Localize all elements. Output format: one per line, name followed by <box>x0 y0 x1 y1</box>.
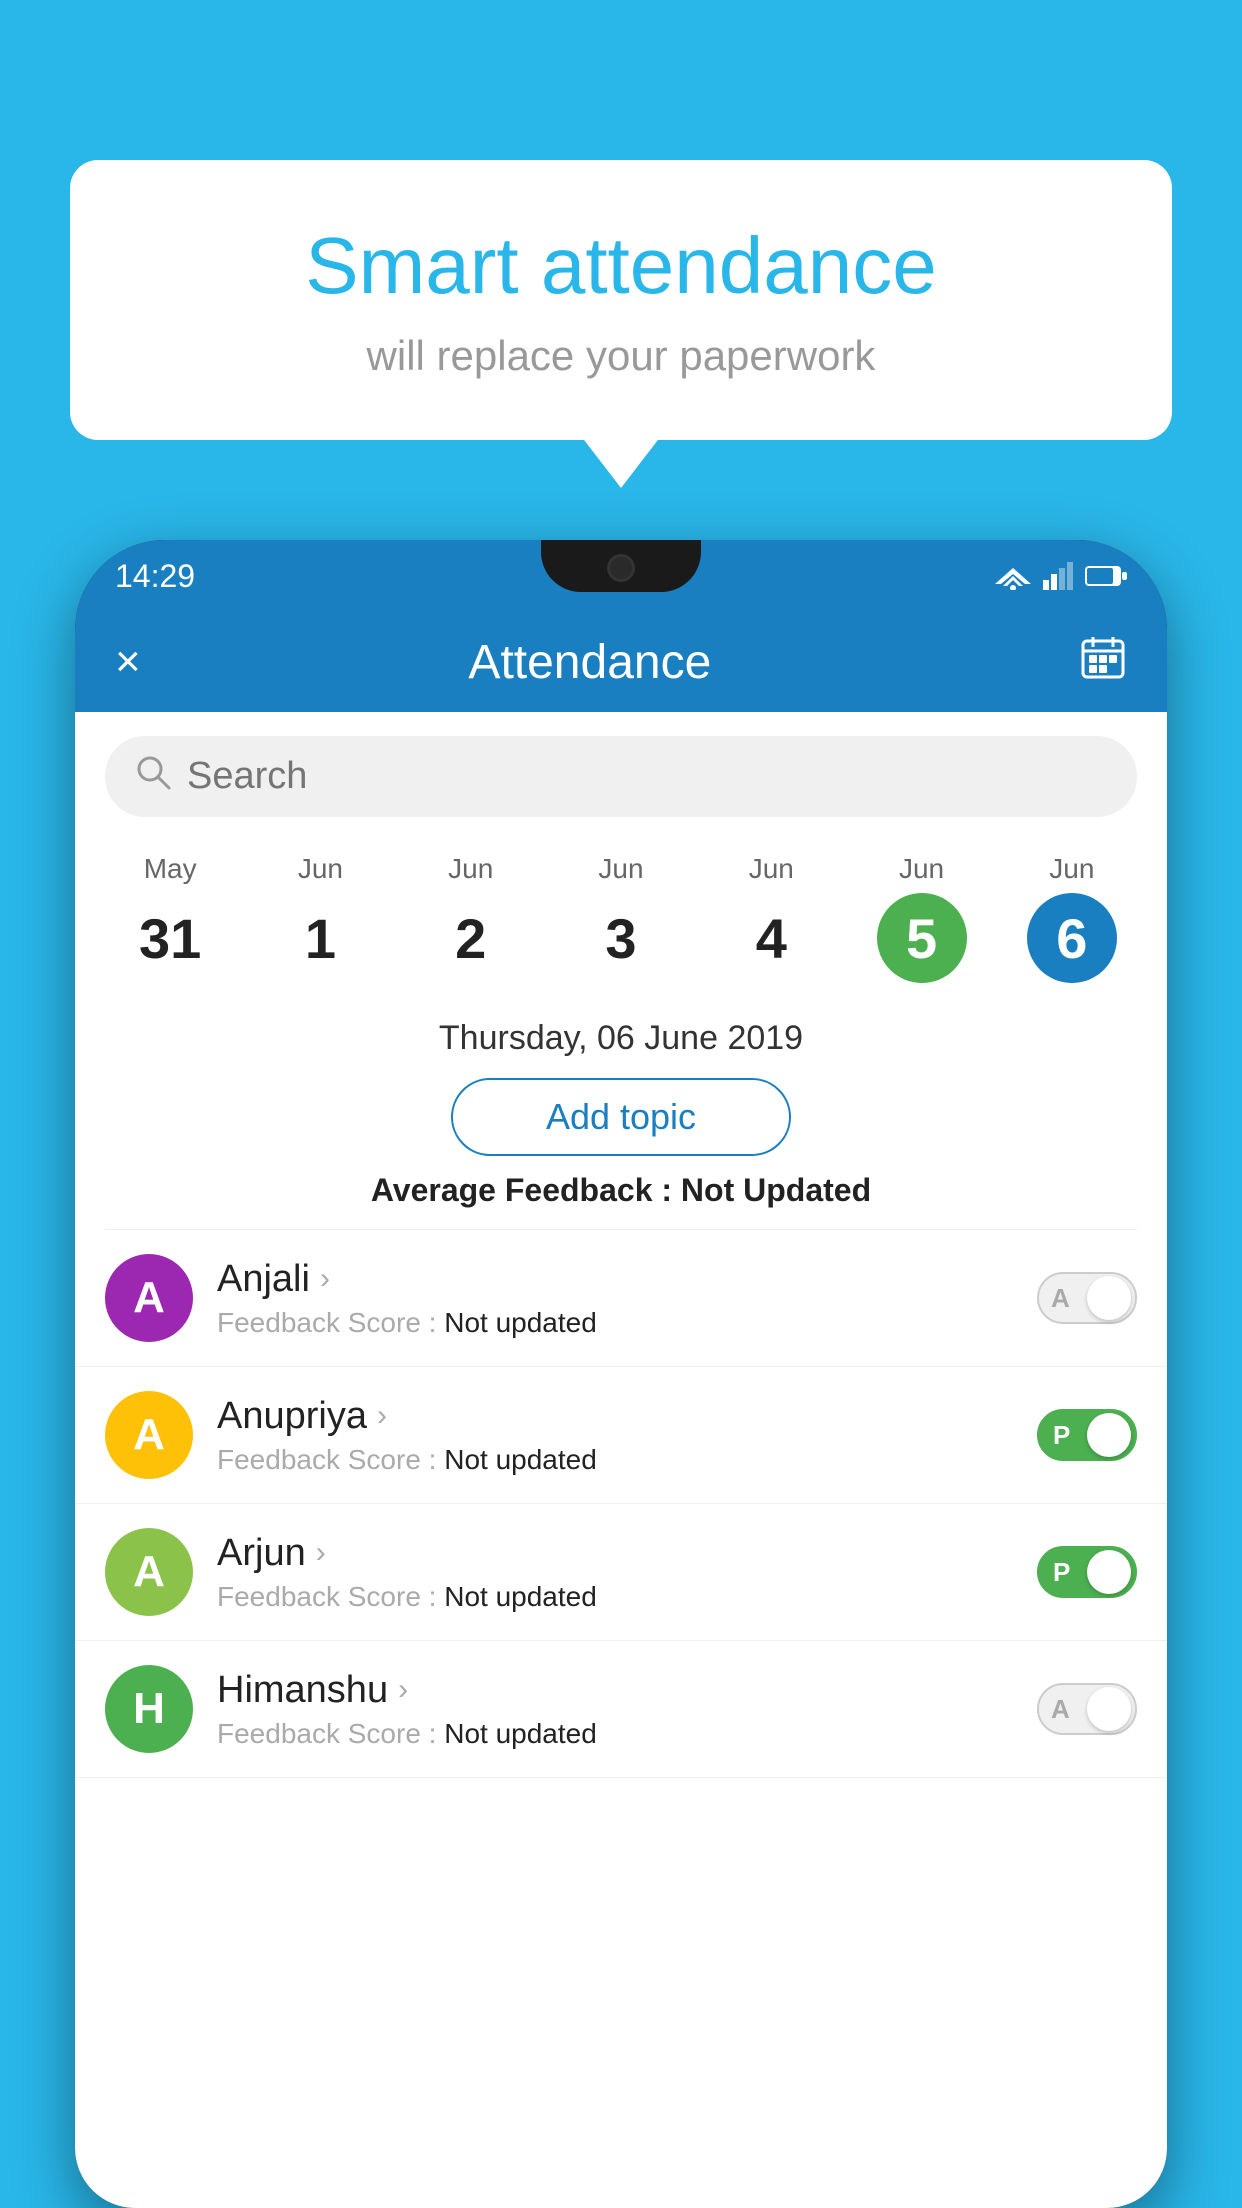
battery-icon <box>1085 564 1127 588</box>
chevron-icon: › <box>316 1536 326 1570</box>
attendance-toggle[interactable]: P <box>1037 1546 1137 1598</box>
chevron-icon: › <box>398 1673 408 1707</box>
toggle-knob <box>1087 1550 1131 1594</box>
student-name: Anupriya › <box>217 1395 1013 1438</box>
camera <box>607 554 635 582</box>
feedback-value: Not updated <box>444 1444 597 1475</box>
date-day[interactable]: 1 <box>275 893 365 983</box>
chevron-icon: › <box>377 1399 387 1433</box>
student-feedback: Feedback Score : Not updated <box>217 1581 1013 1613</box>
phone-frame: 14:29 × Attendance <box>75 540 1167 2208</box>
app-bar-title: Attendance <box>101 635 1079 690</box>
attendance-toggle[interactable]: A <box>1037 1683 1137 1735</box>
student-feedback: Feedback Score : Not updated <box>217 1307 1013 1339</box>
student-item[interactable]: H Himanshu › Feedback Score : Not updated A <box>75 1641 1167 1778</box>
student-item[interactable]: A Anupriya › Feedback Score : Not updated P <box>75 1367 1167 1504</box>
screen-content: May 31 Jun 1 Jun 2 Jun 3 Jun 4 Jun 5 Jun 6 Thursday, … <box>75 712 1167 2208</box>
date-month: Jun <box>749 853 794 885</box>
subline: will replace your paperwork <box>150 332 1092 380</box>
student-info: Himanshu › Feedback Score : Not updated <box>217 1669 1013 1750</box>
student-item[interactable]: A Arjun › Feedback Score : Not updated P <box>75 1504 1167 1641</box>
signal-icon <box>1043 562 1073 590</box>
avatar: A <box>105 1254 193 1342</box>
toggle-wrap[interactable]: P <box>1037 1546 1137 1598</box>
status-time: 14:29 <box>115 558 195 595</box>
student-name: Anjali › <box>217 1258 1013 1301</box>
date-day[interactable]: 4 <box>726 893 816 983</box>
avatar: A <box>105 1528 193 1616</box>
date-item[interactable]: May 31 <box>95 843 245 993</box>
date-month: Jun <box>598 853 643 885</box>
speech-bubble-container: Smart attendance will replace your paper… <box>70 160 1172 440</box>
date-scroll: May 31 Jun 1 Jun 2 Jun 3 Jun 4 Jun 5 Jun 6 <box>75 833 1167 1003</box>
headline: Smart attendance <box>150 220 1092 312</box>
toggle-knob <box>1087 1413 1131 1457</box>
student-info: Anjali › Feedback Score : Not updated <box>217 1258 1013 1339</box>
feedback-value: Not updated <box>444 1718 597 1749</box>
status-icons <box>995 562 1127 590</box>
date-item[interactable]: Jun 1 <box>245 843 395 993</box>
feedback-value: Not updated <box>444 1581 597 1612</box>
avatar: H <box>105 1665 193 1753</box>
avg-feedback-label: Average Feedback : <box>371 1172 672 1208</box>
student-feedback: Feedback Score : Not updated <box>217 1718 1013 1750</box>
student-item[interactable]: A Anjali › Feedback Score : Not updated A <box>75 1230 1167 1367</box>
selected-date-label: Thursday, 06 June 2019 <box>75 1003 1167 1068</box>
student-feedback: Feedback Score : Not updated <box>217 1444 1013 1476</box>
date-day[interactable]: 5 <box>877 893 967 983</box>
date-item[interactable]: Jun 3 <box>546 843 696 993</box>
date-item[interactable]: Jun 4 <box>696 843 846 993</box>
student-name: Arjun › <box>217 1532 1013 1575</box>
date-month: Jun <box>448 853 493 885</box>
toggle-label: A <box>1051 1283 1070 1314</box>
toggle-wrap[interactable]: P <box>1037 1409 1137 1461</box>
toggle-knob <box>1087 1276 1131 1320</box>
student-name: Himanshu › <box>217 1669 1013 1712</box>
date-item[interactable]: Jun 5 <box>846 843 996 993</box>
avg-feedback: Average Feedback : Not Updated <box>75 1172 1167 1209</box>
calendar-button[interactable] <box>1079 633 1127 691</box>
date-day[interactable]: 3 <box>576 893 666 983</box>
avg-feedback-value: Not Updated <box>681 1172 871 1208</box>
date-day[interactable]: 6 <box>1027 893 1117 983</box>
feedback-value: Not updated <box>444 1307 597 1338</box>
toggle-knob <box>1087 1687 1131 1731</box>
wifi-icon <box>995 562 1031 590</box>
date-day[interactable]: 2 <box>426 893 516 983</box>
date-month: Jun <box>899 853 944 885</box>
student-list: AAnjali ›Feedback Score : Not updatedAAA… <box>75 1230 1167 1778</box>
date-item[interactable]: Jun 2 <box>396 843 546 993</box>
search-icon <box>135 754 171 799</box>
add-topic-button[interactable]: Add topic <box>451 1078 791 1156</box>
attendance-toggle[interactable]: P <box>1037 1409 1137 1461</box>
date-day[interactable]: 31 <box>125 893 215 983</box>
speech-bubble: Smart attendance will replace your paper… <box>70 160 1172 440</box>
toggle-label: A <box>1051 1694 1070 1725</box>
avatar: A <box>105 1391 193 1479</box>
toggle-label: P <box>1053 1420 1070 1451</box>
date-item[interactable]: Jun 6 <box>997 843 1147 993</box>
search-bar[interactable] <box>105 736 1137 817</box>
date-month: May <box>144 853 197 885</box>
student-info: Arjun › Feedback Score : Not updated <box>217 1532 1013 1613</box>
date-month: Jun <box>1049 853 1094 885</box>
app-bar: × Attendance <box>75 612 1167 712</box>
date-month: Jun <box>298 853 343 885</box>
toggle-label: P <box>1053 1557 1070 1588</box>
chevron-icon: › <box>320 1262 330 1296</box>
phone-notch <box>541 540 701 592</box>
toggle-wrap[interactable]: A <box>1037 1272 1137 1324</box>
toggle-wrap[interactable]: A <box>1037 1683 1137 1735</box>
student-info: Anupriya › Feedback Score : Not updated <box>217 1395 1013 1476</box>
search-input[interactable] <box>187 755 1107 798</box>
attendance-toggle[interactable]: A <box>1037 1272 1137 1324</box>
